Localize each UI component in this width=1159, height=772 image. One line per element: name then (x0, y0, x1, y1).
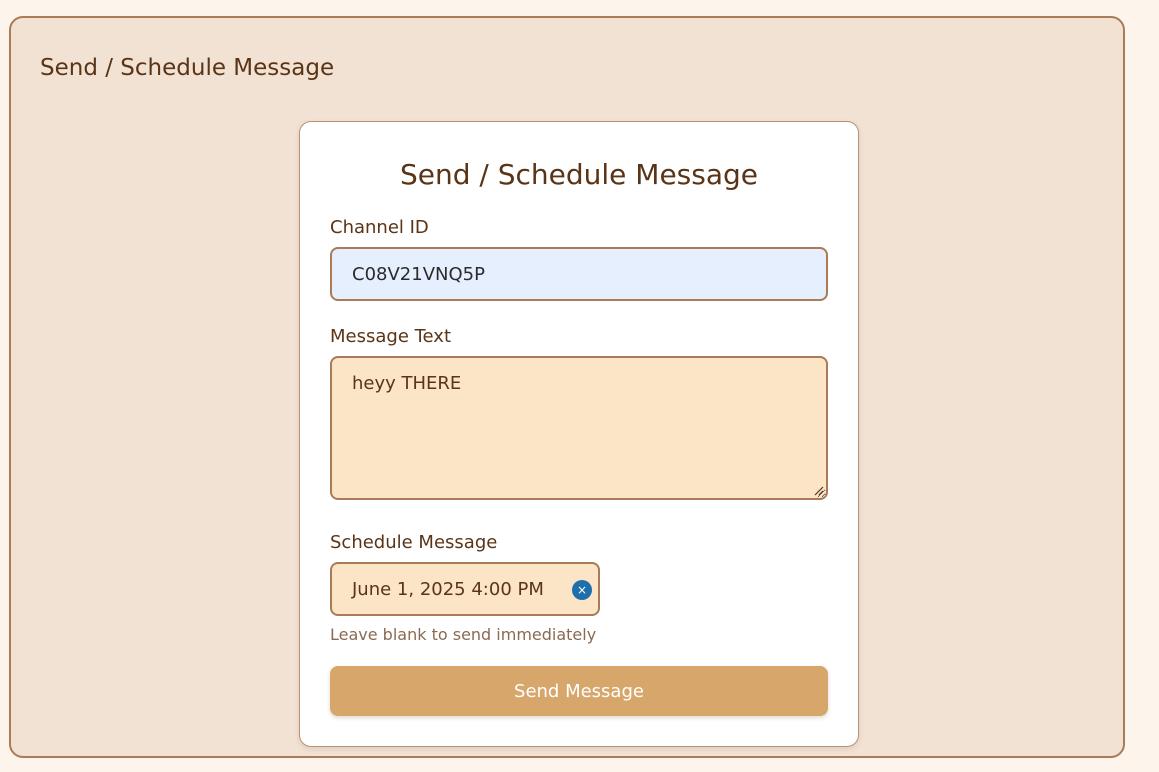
schedule-value: June 1, 2025 4:00 PM (352, 579, 544, 600)
send-message-button[interactable]: Send Message (330, 666, 828, 716)
channel-id-label: Channel ID (330, 217, 429, 238)
page-panel: Send / Schedule Message Send / Schedule … (9, 16, 1125, 758)
message-text-label: Message Text (330, 326, 452, 347)
schedule-label: Schedule Message (330, 532, 498, 553)
schedule-datetime-input[interactable]: June 1, 2025 4:00 PM × (330, 562, 600, 616)
close-icon[interactable]: × (572, 580, 592, 600)
form-title: Send / Schedule Message (399, 158, 759, 191)
channel-id-input[interactable] (330, 247, 828, 301)
page-title: Send / Schedule Message (40, 55, 335, 81)
resize-grip-icon[interactable] (814, 486, 824, 496)
schedule-hint: Leave blank to send immediately (330, 625, 597, 644)
send-message-form: Send / Schedule Message Channel ID Messa… (299, 121, 859, 747)
message-text-input[interactable]: heyy THERE (330, 356, 828, 500)
